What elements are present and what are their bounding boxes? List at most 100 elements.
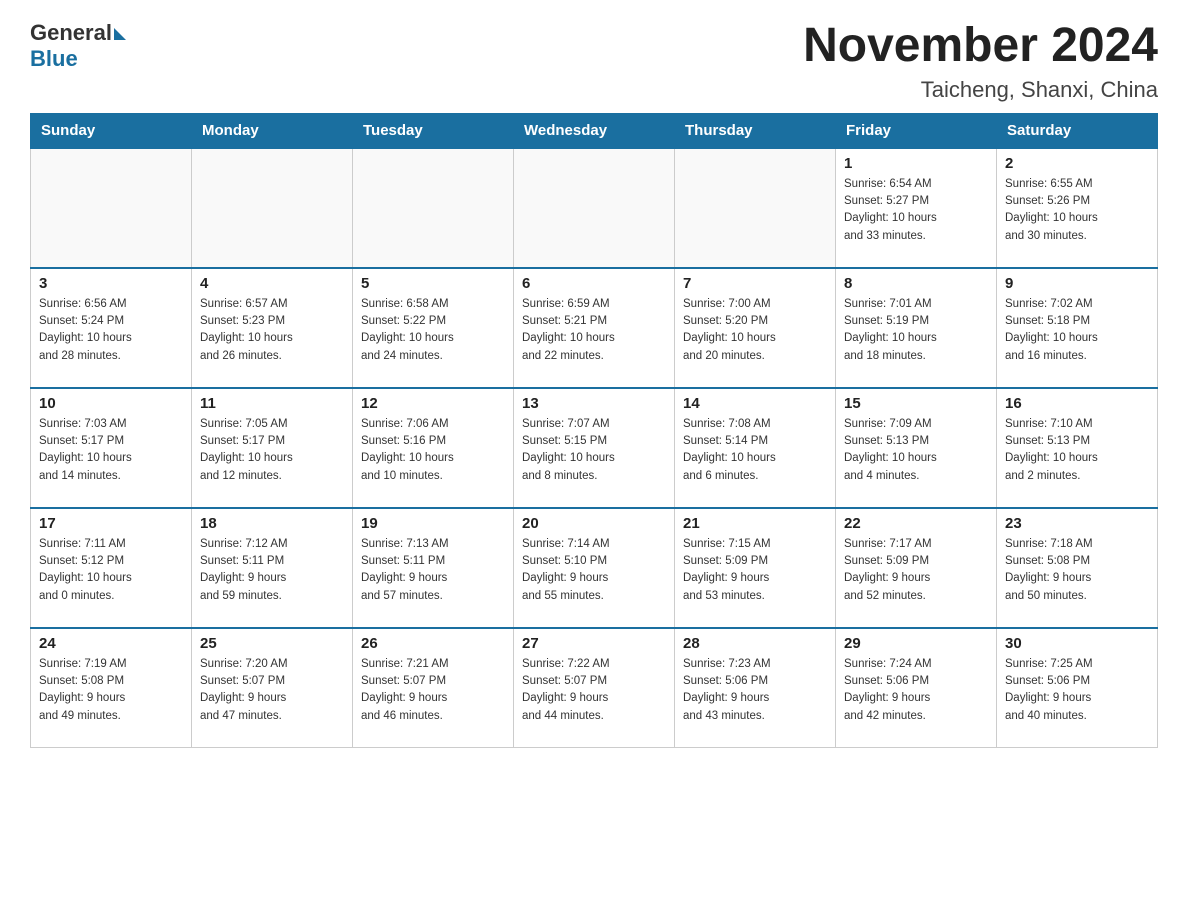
day-number: 25 xyxy=(200,635,344,652)
day-number: 16 xyxy=(1005,395,1149,412)
calendar-cell: 6Sunrise: 6:59 AMSunset: 5:21 PMDaylight… xyxy=(514,268,675,388)
calendar-cell xyxy=(514,148,675,268)
day-number: 17 xyxy=(39,515,183,532)
day-number: 23 xyxy=(1005,515,1149,532)
week-row-4: 17 Sunrise: 7:11 AMSunset: 5:12 PMDayligh… xyxy=(31,508,1158,628)
header-wednesday: Wednesday xyxy=(514,113,675,148)
day-info: Sunrise: 7:05 AMSunset: 5:17 PMDaylight:… xyxy=(200,416,344,485)
day-info: Sunrise: 7:25 AMSunset: 5:06 PMDaylight:… xyxy=(1005,656,1149,725)
day-number: 29 xyxy=(844,635,988,652)
day-number: 5 xyxy=(361,275,505,292)
day-info: Sunrise: 7:08 AMSunset: 5:14 PMDaylight:… xyxy=(683,416,827,485)
logo-blue-text: Blue xyxy=(30,46,126,72)
day-info: Sunrise: 7:19 AMSunset: 5:08 PMDaylight:… xyxy=(39,656,183,725)
week-row-3: 10 Sunrise: 7:03 AMSunset: 5:17 PMDayligh… xyxy=(31,388,1158,508)
calendar-cell: 21 Sunrise: 7:15 AMSunset: 5:09 PMDayligh… xyxy=(675,508,836,628)
day-info: Sunrise: 7:23 AMSunset: 5:06 PMDaylight:… xyxy=(683,656,827,725)
day-info: Sunrise: 7:24 AMSunset: 5:06 PMDaylight:… xyxy=(844,656,988,725)
calendar-cell xyxy=(31,148,192,268)
day-number: 7 xyxy=(683,275,827,292)
day-number: 13 xyxy=(522,395,666,412)
calendar-cell: 29 Sunrise: 7:24 AMSunset: 5:06 PMDayligh… xyxy=(836,628,997,748)
logo: General Blue xyxy=(30,20,126,72)
calendar-cell xyxy=(675,148,836,268)
calendar-cell xyxy=(353,148,514,268)
day-number: 22 xyxy=(844,515,988,532)
day-info: Sunrise: 6:57 AMSunset: 5:23 PMDaylight:… xyxy=(200,296,344,365)
calendar-cell: 22 Sunrise: 7:17 AMSunset: 5:09 PMDayligh… xyxy=(836,508,997,628)
day-number: 4 xyxy=(200,275,344,292)
calendar-table: SundayMondayTuesdayWednesdayThursdayFrid… xyxy=(30,113,1158,749)
calendar-cell: 3 Sunrise: 6:56 AMSunset: 5:24 PMDaylight… xyxy=(31,268,192,388)
day-number: 28 xyxy=(683,635,827,652)
header-saturday: Saturday xyxy=(997,113,1158,148)
calendar-cell: 24Sunrise: 7:19 AMSunset: 5:08 PMDayligh… xyxy=(31,628,192,748)
header-tuesday: Tuesday xyxy=(353,113,514,148)
calendar-title: November 2024 xyxy=(803,20,1158,73)
header-sunday: Sunday xyxy=(31,113,192,148)
day-info: Sunrise: 6:55 AMSunset: 5:26 PMDaylight:… xyxy=(1005,176,1149,245)
title-block: November 2024 Taicheng, Shanxi, China xyxy=(803,20,1158,103)
week-row-5: 24Sunrise: 7:19 AMSunset: 5:08 PMDayligh… xyxy=(31,628,1158,748)
day-info: Sunrise: 6:56 AMSunset: 5:24 PMDaylight:… xyxy=(39,296,183,365)
calendar-cell: 10 Sunrise: 7:03 AMSunset: 5:17 PMDayligh… xyxy=(31,388,192,508)
week-row-1: 1 Sunrise: 6:54 AMSunset: 5:27 PMDaylight… xyxy=(31,148,1158,268)
day-info: Sunrise: 7:11 AMSunset: 5:12 PMDaylight:… xyxy=(39,536,183,605)
day-number: 30 xyxy=(1005,635,1149,652)
calendar-cell: 11Sunrise: 7:05 AMSunset: 5:17 PMDayligh… xyxy=(192,388,353,508)
day-info: Sunrise: 6:58 AMSunset: 5:22 PMDaylight:… xyxy=(361,296,505,365)
day-info: Sunrise: 7:07 AMSunset: 5:15 PMDaylight:… xyxy=(522,416,666,485)
day-info: Sunrise: 7:00 AMSunset: 5:20 PMDaylight:… xyxy=(683,296,827,365)
calendar-cell: 17 Sunrise: 7:11 AMSunset: 5:12 PMDayligh… xyxy=(31,508,192,628)
calendar-cell: 23 Sunrise: 7:18 AMSunset: 5:08 PMDayligh… xyxy=(997,508,1158,628)
day-info: Sunrise: 6:54 AMSunset: 5:27 PMDaylight:… xyxy=(844,176,988,245)
page-header: General Blue November 2024 Taicheng, Sha… xyxy=(30,20,1158,103)
day-number: 20 xyxy=(522,515,666,532)
day-number: 1 xyxy=(844,155,988,172)
calendar-cell xyxy=(192,148,353,268)
day-info: Sunrise: 7:13 AMSunset: 5:11 PMDaylight:… xyxy=(361,536,505,605)
header-friday: Friday xyxy=(836,113,997,148)
week-row-2: 3 Sunrise: 6:56 AMSunset: 5:24 PMDaylight… xyxy=(31,268,1158,388)
day-info: Sunrise: 7:02 AMSunset: 5:18 PMDaylight:… xyxy=(1005,296,1149,365)
day-number: 12 xyxy=(361,395,505,412)
calendar-cell: 7 Sunrise: 7:00 AMSunset: 5:20 PMDaylight… xyxy=(675,268,836,388)
calendar-cell: 1 Sunrise: 6:54 AMSunset: 5:27 PMDaylight… xyxy=(836,148,997,268)
day-info: Sunrise: 7:03 AMSunset: 5:17 PMDaylight:… xyxy=(39,416,183,485)
day-number: 27 xyxy=(522,635,666,652)
header-thursday: Thursday xyxy=(675,113,836,148)
day-info: Sunrise: 7:09 AMSunset: 5:13 PMDaylight:… xyxy=(844,416,988,485)
logo-arrow-icon xyxy=(114,28,126,40)
calendar-cell: 28 Sunrise: 7:23 AMSunset: 5:06 PMDayligh… xyxy=(675,628,836,748)
day-number: 19 xyxy=(361,515,505,532)
day-info: Sunrise: 7:12 AMSunset: 5:11 PMDaylight:… xyxy=(200,536,344,605)
day-info: Sunrise: 7:21 AMSunset: 5:07 PMDaylight:… xyxy=(361,656,505,725)
calendar-cell: 2 Sunrise: 6:55 AMSunset: 5:26 PMDaylight… xyxy=(997,148,1158,268)
day-number: 10 xyxy=(39,395,183,412)
day-number: 2 xyxy=(1005,155,1149,172)
calendar-cell: 20 Sunrise: 7:14 AMSunset: 5:10 PMDayligh… xyxy=(514,508,675,628)
day-number: 3 xyxy=(39,275,183,292)
day-info: Sunrise: 7:18 AMSunset: 5:08 PMDaylight:… xyxy=(1005,536,1149,605)
calendar-header-row: SundayMondayTuesdayWednesdayThursdayFrid… xyxy=(31,113,1158,148)
day-info: Sunrise: 7:14 AMSunset: 5:10 PMDaylight:… xyxy=(522,536,666,605)
calendar-cell: 18 Sunrise: 7:12 AMSunset: 5:11 PMDayligh… xyxy=(192,508,353,628)
day-number: 9 xyxy=(1005,275,1149,292)
day-number: 21 xyxy=(683,515,827,532)
calendar-cell: 9 Sunrise: 7:02 AMSunset: 5:18 PMDaylight… xyxy=(997,268,1158,388)
day-info: Sunrise: 6:59 AMSunset: 5:21 PMDaylight:… xyxy=(522,296,666,365)
calendar-cell: 16Sunrise: 7:10 AMSunset: 5:13 PMDayligh… xyxy=(997,388,1158,508)
day-number: 14 xyxy=(683,395,827,412)
calendar-cell: 15Sunrise: 7:09 AMSunset: 5:13 PMDayligh… xyxy=(836,388,997,508)
day-info: Sunrise: 7:17 AMSunset: 5:09 PMDaylight:… xyxy=(844,536,988,605)
day-number: 26 xyxy=(361,635,505,652)
header-monday: Monday xyxy=(192,113,353,148)
day-info: Sunrise: 7:15 AMSunset: 5:09 PMDaylight:… xyxy=(683,536,827,605)
day-info: Sunrise: 7:01 AMSunset: 5:19 PMDaylight:… xyxy=(844,296,988,365)
day-info: Sunrise: 7:06 AMSunset: 5:16 PMDaylight:… xyxy=(361,416,505,485)
calendar-cell: 8Sunrise: 7:01 AMSunset: 5:19 PMDaylight… xyxy=(836,268,997,388)
day-number: 18 xyxy=(200,515,344,532)
day-info: Sunrise: 7:22 AMSunset: 5:07 PMDaylight:… xyxy=(522,656,666,725)
day-info: Sunrise: 7:20 AMSunset: 5:07 PMDaylight:… xyxy=(200,656,344,725)
calendar-cell: 19 Sunrise: 7:13 AMSunset: 5:11 PMDayligh… xyxy=(353,508,514,628)
